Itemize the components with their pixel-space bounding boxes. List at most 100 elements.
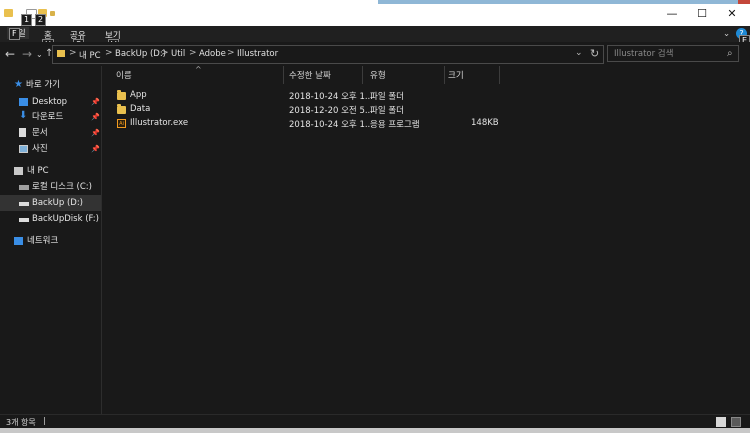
- file-size: 148KB: [471, 118, 499, 128]
- file-name: Illustrator.exe: [130, 118, 189, 128]
- keytip-quick-2: 2: [35, 14, 47, 26]
- file-name: Data: [130, 104, 151, 114]
- illustrator-app-icon: Ai: [117, 119, 126, 128]
- background-strip-red: [738, 0, 750, 4]
- navigation-pane: ★ 바로 가기 Desktop 📌 ⬇ 다운로드 📌 문서 📌 사진 📌 내 P…: [0, 66, 102, 414]
- ribbon-tabs: 파일 F 홈 H 공유 S 보기 V ⌄ ? E: [0, 26, 750, 51]
- large-icons-view-icon[interactable]: [731, 417, 741, 427]
- folder-icon: [57, 50, 65, 57]
- column-divider[interactable]: [499, 66, 500, 84]
- sidebar-item-label: 다운로드: [32, 112, 64, 122]
- file-date: 2018-12-20 오전 5...: [289, 106, 373, 116]
- sidebar-item-this-pc[interactable]: 내 PC: [0, 163, 101, 179]
- minimize-button[interactable]: —: [662, 8, 682, 20]
- title-bar: 1 2 — ☐ ✕: [0, 0, 750, 26]
- column-header-date[interactable]: 수정한 날짜: [289, 69, 331, 81]
- pictures-icon: [19, 145, 28, 153]
- file-date: 2018-10-24 오후 1...: [289, 92, 373, 102]
- sidebar-item-label: 로컬 디스크 (C:): [32, 182, 92, 192]
- pin-icon: 📌: [91, 98, 100, 106]
- address-row: ← → ⌄ ↑ > 내 PC > BackUp (D:) > Util > Ad…: [0, 42, 750, 66]
- column-divider[interactable]: [362, 66, 363, 84]
- sidebar-item-drive-d[interactable]: BackUp (D:): [0, 195, 101, 211]
- sidebar-item-label: BackUp (D:): [32, 198, 83, 208]
- breadcrumb-util[interactable]: Util: [171, 49, 185, 59]
- pin-icon: 📌: [91, 113, 100, 121]
- refresh-icon[interactable]: ↻: [590, 47, 599, 60]
- sidebar-item-drive-c[interactable]: 로컬 디스크 (C:): [0, 179, 101, 195]
- table-row[interactable]: App 2018-10-24 오후 1... 파일 폴더: [111, 89, 511, 103]
- status-bar: 3개 항목 |: [0, 414, 750, 429]
- pc-icon: [14, 167, 23, 175]
- file-type: 파일 폴더: [370, 92, 404, 102]
- maximize-button[interactable]: ☐: [692, 8, 712, 20]
- sidebar-item-pictures[interactable]: 사진 📌: [0, 141, 101, 157]
- column-divider[interactable]: [283, 66, 284, 84]
- pin-icon: 📌: [91, 129, 100, 137]
- drive-icon: [19, 218, 29, 222]
- sidebar-item-label: 문서: [32, 128, 48, 138]
- taskbar-strip: [0, 428, 750, 433]
- breadcrumb-this-pc[interactable]: 내 PC: [79, 49, 101, 61]
- breadcrumb-backup-d[interactable]: BackUp (D:): [115, 49, 166, 59]
- search-input[interactable]: Illustrator 검색: [607, 45, 739, 62]
- background-strip: [378, 0, 750, 4]
- sidebar-item-label: Desktop: [32, 97, 68, 107]
- column-header-type[interactable]: 유형: [370, 69, 386, 81]
- sort-ascending-icon: ^: [195, 65, 202, 74]
- sidebar-item-label: 네트워크: [27, 236, 59, 246]
- drive-icon: [19, 185, 29, 190]
- sidebar-item-label: BackUpDisk (F:): [32, 214, 99, 224]
- breadcrumb-separator: >: [105, 48, 113, 58]
- sidebar-item-desktop[interactable]: Desktop 📌: [0, 94, 101, 110]
- folder-icon: [117, 90, 126, 100]
- download-icon: ⬇: [19, 110, 28, 121]
- sidebar-item-drive-f[interactable]: BackUpDisk (F:): [0, 211, 101, 227]
- sidebar-item-label: 내 PC: [27, 166, 49, 176]
- breadcrumb-separator: >: [161, 48, 169, 58]
- breadcrumb-illustrator[interactable]: Illustrator: [237, 49, 278, 59]
- keytip-quick-1: 1: [21, 14, 33, 26]
- folder-icon: [117, 104, 126, 114]
- table-row[interactable]: Data 2018-12-20 오전 5... 파일 폴더: [111, 103, 511, 117]
- item-count: 3개 항목: [6, 418, 36, 427]
- breadcrumb-adobe[interactable]: Adobe: [199, 49, 226, 59]
- breadcrumb-separator: >: [227, 48, 235, 58]
- sidebar-item-label: 사진: [32, 144, 48, 154]
- table-row[interactable]: Ai Illustrator.exe 2018-10-24 오후 1... 응용…: [111, 117, 511, 131]
- sidebar-item-documents[interactable]: 문서 📌: [0, 125, 101, 141]
- recent-chevron-icon[interactable]: ⌄: [36, 50, 43, 59]
- desktop-icon: [19, 98, 28, 106]
- pin-icon: 📌: [91, 145, 100, 153]
- column-header-size[interactable]: 크기: [448, 69, 464, 81]
- column-header-name[interactable]: 이름: [116, 69, 132, 81]
- column-divider[interactable]: [444, 66, 445, 84]
- forward-arrow-icon[interactable]: →: [22, 47, 32, 61]
- chevron-down-icon[interactable]: [50, 11, 55, 16]
- folder-icon: [4, 9, 13, 17]
- ribbon-expand-chevron-icon[interactable]: ⌄: [723, 29, 730, 39]
- search-icon[interactable]: ⌕: [727, 48, 733, 59]
- sidebar-item-quick-access[interactable]: ★ 바로 가기: [0, 77, 101, 93]
- address-bar[interactable]: > 내 PC > BackUp (D:) > Util > Adobe > Il…: [52, 45, 604, 64]
- file-type: 파일 폴더: [370, 106, 404, 116]
- sidebar-item-network[interactable]: 네트워크: [0, 233, 101, 249]
- drive-icon: [19, 202, 29, 206]
- back-arrow-icon[interactable]: ←: [5, 47, 15, 61]
- text-cursor: |: [43, 416, 46, 425]
- file-list: ^ 이름 수정한 날짜 유형 크기 App 2018-10-24 오후 1...…: [103, 65, 739, 414]
- address-dropdown-chevron-icon[interactable]: ⌄: [575, 48, 583, 58]
- vertical-scrollbar[interactable]: [740, 66, 750, 414]
- details-view-icon[interactable]: [716, 417, 726, 427]
- sidebar-item-label: 바로 가기: [26, 80, 60, 90]
- close-button[interactable]: ✕: [722, 8, 742, 20]
- file-type: 응용 프로그램: [370, 120, 420, 130]
- file-name: App: [130, 90, 147, 100]
- file-date: 2018-10-24 오후 1...: [289, 120, 373, 130]
- breadcrumb-separator: >: [69, 48, 77, 58]
- document-icon: [19, 128, 26, 137]
- sidebar-item-downloads[interactable]: ⬇ 다운로드 📌: [0, 109, 101, 125]
- keytip-file: F: [9, 28, 20, 40]
- star-icon: ★: [14, 79, 23, 90]
- network-icon: [14, 237, 23, 245]
